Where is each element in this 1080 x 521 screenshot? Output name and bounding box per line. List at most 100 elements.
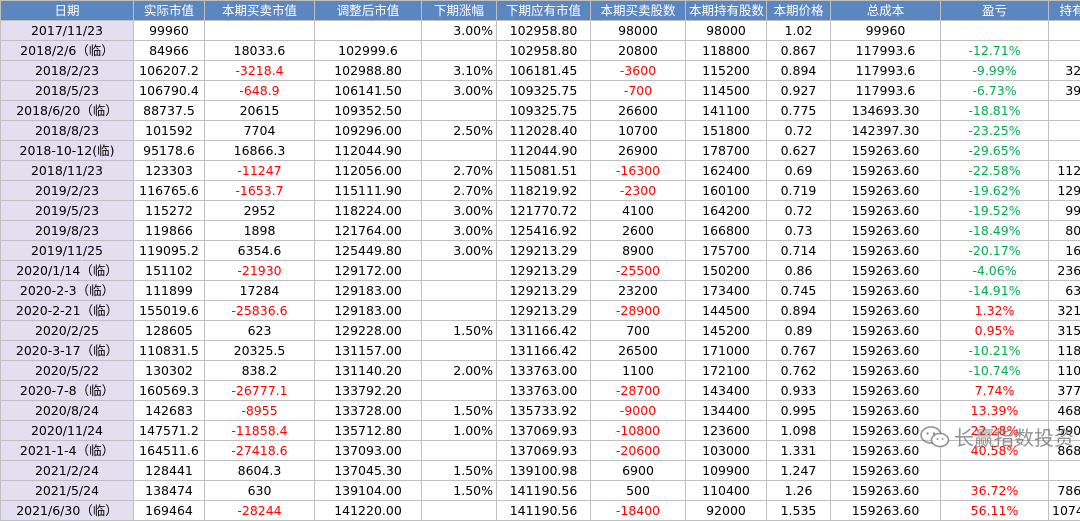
cell-trade-shares: 23200 <box>591 281 686 301</box>
cell-actual-value: 106207.2 <box>134 61 205 81</box>
cell-cash: 9948.70 <box>1049 201 1080 221</box>
cell-price: 0.627 <box>767 141 831 161</box>
cell-cash: 8050.70 <box>1049 221 1080 241</box>
cell-total-cost: 159263.60 <box>831 441 941 461</box>
cell-next-rise <box>422 261 497 281</box>
cell-next-rise <box>422 41 497 61</box>
cell-target-value: 118219.92 <box>497 181 591 201</box>
col-header-total-cost: 总成本 <box>831 1 941 21</box>
cell-next-rise <box>422 281 497 301</box>
table-row: 2018/5/23106790.4-648.9106141.503.00%109… <box>1 81 1080 101</box>
cell-trade-value: -3218.4 <box>205 61 315 81</box>
cell-total-cost: 159263.60 <box>831 241 941 261</box>
cell-total-cost: 159263.60 <box>831 381 941 401</box>
cell-hold-shares: 178700 <box>686 141 767 161</box>
cell-date: 2020/8/24 <box>1 401 134 421</box>
cell-trade-value: -11247 <box>205 161 315 181</box>
cell-next-rise: 1.00% <box>422 421 497 441</box>
cell-price: 0.995 <box>767 401 831 421</box>
cell-date: 2021/6/30（临） <box>1 501 134 521</box>
cell-total-cost: 159263.60 <box>831 301 941 321</box>
cell-total-cost: 117993.6 <box>831 61 941 81</box>
cell-trade-value: 2952 <box>205 201 315 221</box>
cell-date: 2018/6/20（临） <box>1 101 134 121</box>
cell-trade-value: 20325.5 <box>205 341 315 361</box>
cell-trade-shares: 20800 <box>591 41 686 61</box>
cell-hold-shares: 172100 <box>686 361 767 381</box>
cell-price: 0.714 <box>767 241 831 261</box>
cell-next-rise: 3.00% <box>422 21 497 41</box>
cell-trade-shares: -10800 <box>591 421 686 441</box>
cell-adjusted-value: 121764.00 <box>315 221 422 241</box>
cell-hold-shares: 103000 <box>686 441 767 461</box>
table-row: 2021-1-4（临）164511.6-27418.6137093.001370… <box>1 441 1080 461</box>
cell-total-cost: 159263.60 <box>831 181 941 201</box>
cell-price: 0.72 <box>767 201 831 221</box>
cell-next-rise <box>422 341 497 361</box>
cell-hold-shares: 92000 <box>686 501 767 521</box>
cell-cash: 3218.40 <box>1049 61 1080 81</box>
cell-hold-shares: 118800 <box>686 41 767 61</box>
table-row: 2019/2/23116765.6-1653.7115111.902.70%11… <box>1 181 1080 201</box>
cell-actual-value: 88737.5 <box>134 101 205 121</box>
cell-price: 0.89 <box>767 321 831 341</box>
cell-total-cost: 159263.60 <box>831 421 941 441</box>
cell-date: 2019/11/25 <box>1 241 134 261</box>
cell-price: 0.894 <box>767 61 831 81</box>
cell-adjusted-value: 129172.00 <box>315 261 422 281</box>
cell-actual-value: 169464 <box>134 501 205 521</box>
cell-date: 2021/5/24 <box>1 481 134 501</box>
cell-actual-value: 111899 <box>134 281 205 301</box>
cell-actual-value: 151102 <box>134 261 205 281</box>
cell-adjusted-value: 129183.00 <box>315 301 422 321</box>
cell-price: 0.86 <box>767 261 831 281</box>
cell-hold-shares: 143400 <box>686 381 767 401</box>
cell-next-rise <box>422 141 497 161</box>
cell-next-rise: 2.50% <box>422 121 497 141</box>
cell-trade-value: 8604.3 <box>205 461 315 481</box>
cell-trade-value: -8955 <box>205 401 315 421</box>
cell-price: 0.927 <box>767 81 831 101</box>
cell-price: 0.719 <box>767 181 831 201</box>
cell-hold-shares: 160100 <box>686 181 767 201</box>
cell-next-rise: 3.00% <box>422 81 497 101</box>
cell-next-rise: 2.70% <box>422 161 497 181</box>
cell-hold-shares: 141100 <box>686 101 767 121</box>
table-row: 2020-7-8（临）160569.3-26777.1133792.201337… <box>1 381 1080 401</box>
cell-trade-value: -25836.6 <box>205 301 315 321</box>
cell-hold-shares: 150200 <box>686 261 767 281</box>
cell-target-value: 112044.90 <box>497 141 591 161</box>
cell-target-value: 109325.75 <box>497 81 591 101</box>
cell-cash: 107406.80 <box>1049 501 1080 521</box>
cell-total-cost: 159263.60 <box>831 461 941 481</box>
cell-cash: 46854.10 <box>1049 401 1080 421</box>
cell-trade-shares: -3600 <box>591 61 686 81</box>
cell-date: 2019/2/23 <box>1 181 134 201</box>
cell-target-value: 139100.98 <box>497 461 591 481</box>
cell-next-rise: 3.00% <box>422 241 497 261</box>
cell-target-value: 133763.00 <box>497 361 591 381</box>
table-row: 2021/5/24138474630139104.001.50%141190.5… <box>1 481 1080 501</box>
cell-target-value: 141190.56 <box>497 501 591 521</box>
cell-trade-shares: -28900 <box>591 301 686 321</box>
cell-total-cost: 159263.60 <box>831 261 941 281</box>
col-header-trade-shares: 本期买卖股数 <box>591 1 686 21</box>
cell-hold-shares: 175700 <box>686 241 767 261</box>
table-row: 2020-3-17（临）110831.520325.5131157.001311… <box>1 341 1080 361</box>
cell-adjusted-value: 115111.90 <box>315 181 422 201</box>
cell-cash: 3915.30 <box>1049 81 1080 101</box>
cell-adjusted-value: 139104.00 <box>315 481 422 501</box>
cell-trade-value: 16866.3 <box>205 141 315 161</box>
cell-target-value: 135733.92 <box>497 401 591 421</box>
cell-hold-shares: 134400 <box>686 401 767 421</box>
cell-trade-value: 838.2 <box>205 361 315 381</box>
cell-cash: 11015.00 <box>1049 361 1080 381</box>
cell-hold-shares: 144500 <box>686 301 767 321</box>
cell-trade-shares: -18400 <box>591 501 686 521</box>
col-header-trade-value: 本期买卖市值 <box>205 1 315 21</box>
table-row: 2018-10-12(临)95178.616866.3112044.901120… <box>1 141 1080 161</box>
cell-adjusted-value <box>315 21 422 41</box>
cell-date: 2019/5/23 <box>1 201 134 221</box>
cell-pnl: 7.74% <box>941 381 1049 401</box>
cell-next-rise <box>422 501 497 521</box>
